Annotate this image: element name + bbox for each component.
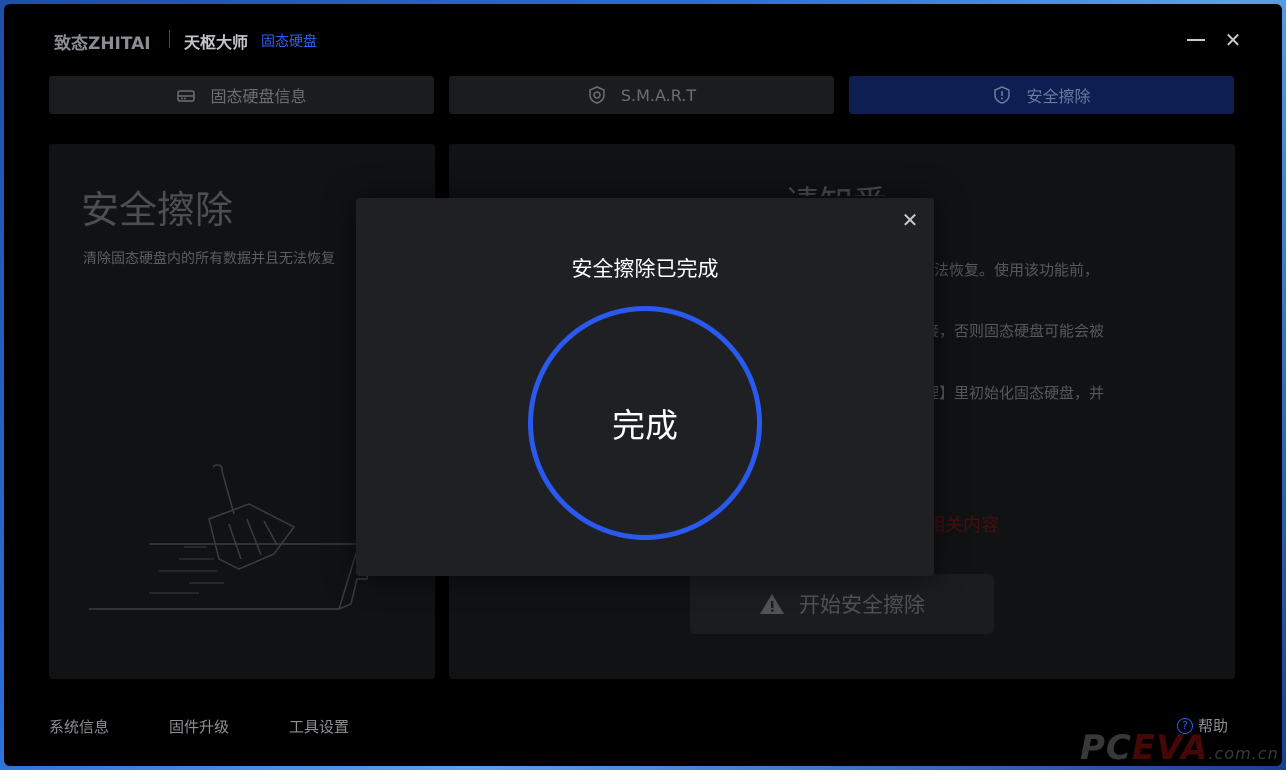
- notice-line-1: 无法恢复。使用该功能前，: [919, 261, 1100, 279]
- panel-title: 安全擦除: [81, 188, 234, 232]
- tab-ssd-info[interactable]: 固态硬盘信息: [49, 76, 434, 114]
- shield-icon: [589, 86, 605, 104]
- dialog-close-icon[interactable]: ✕: [898, 208, 922, 232]
- progress-ring: 完成: [528, 306, 762, 540]
- site-watermark: PCEVA.com.cn: [1080, 728, 1279, 768]
- dialog-title: 安全擦除已完成: [571, 257, 719, 281]
- completion-status: 完成: [612, 406, 678, 445]
- firmware-upgrade-link[interactable]: 固件升级: [169, 716, 229, 737]
- watermark-eva: EVA: [1131, 728, 1209, 768]
- watermark-pc: PC: [1080, 728, 1132, 768]
- start-button-label: 开始安全擦除: [799, 593, 925, 617]
- drive-icon: [177, 90, 196, 102]
- title-bar: 致态ZHITAI 天枢大师 固态硬盘 ✕: [4, 4, 1282, 74]
- brand-logo: 致态ZHITAI: [54, 34, 151, 54]
- notice-warning-text: 相关内容: [927, 515, 999, 536]
- tool-settings-link[interactable]: 工具设置: [289, 716, 349, 737]
- watermark-domain: .com.cn: [1208, 744, 1279, 763]
- notice-line-2: 接，否则固态硬盘可能会被: [924, 322, 1105, 340]
- notice-title: 请知悉: [785, 176, 887, 196]
- tab-label: S.M.A.R.T: [620, 85, 697, 105]
- shield-alert-icon: [994, 86, 1011, 104]
- brand-divider: [169, 30, 170, 48]
- app-window: 致态ZHITAI 天枢大师 固态硬盘 ✕ 固态硬盘信息 S.M.A.R.T 安全…: [4, 4, 1282, 766]
- close-icon[interactable]: ✕: [1219, 26, 1247, 54]
- warning-icon: [760, 594, 784, 614]
- tab-smart[interactable]: S.M.A.R.T: [449, 76, 834, 114]
- notice-line-3: 理】里初始化固态硬盘，并: [924, 384, 1105, 402]
- tab-secure-erase[interactable]: 安全擦除: [849, 76, 1234, 114]
- erase-complete-dialog: ✕ 安全擦除已完成 完成: [356, 198, 934, 576]
- system-info-link[interactable]: 系统信息: [49, 716, 109, 737]
- product-subtitle: 固态硬盘: [261, 34, 317, 50]
- tab-bar: 固态硬盘信息 S.M.A.R.T 安全擦除: [49, 76, 1235, 114]
- tab-label: 固态硬盘信息: [210, 87, 307, 106]
- start-secure-erase-button[interactable]: 开始安全擦除: [690, 574, 994, 634]
- minimize-icon[interactable]: [1182, 26, 1210, 54]
- tab-label: 安全擦除: [1026, 87, 1091, 106]
- product-name: 天枢大师: [184, 33, 249, 52]
